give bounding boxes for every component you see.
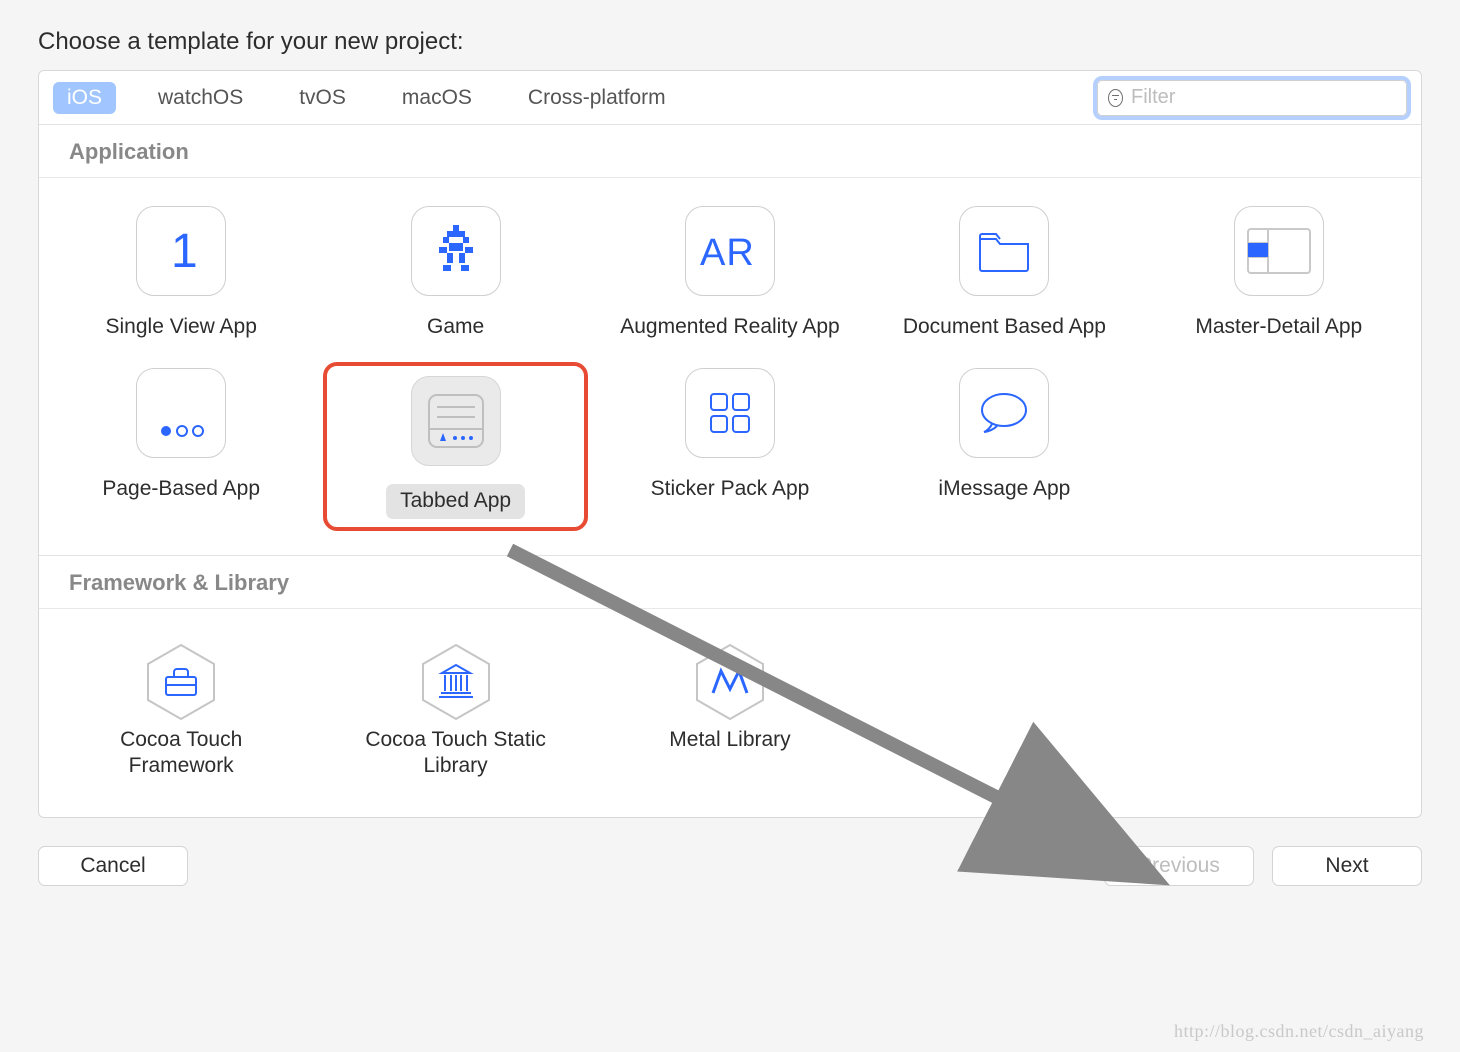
framework-grid: Cocoa Touch Framework Cocoa Touch Static…: [39, 609, 1421, 818]
template-game[interactable]: Game: [323, 200, 587, 350]
template-label: Page-Based App: [102, 476, 260, 502]
platform-tab-macos[interactable]: macOS: [388, 82, 486, 114]
svg-text:1: 1: [171, 225, 198, 278]
template-document-based-app[interactable]: Document Based App: [872, 200, 1136, 350]
template-label: Single View App: [106, 314, 257, 340]
platform-tab-watchos[interactable]: watchOS: [144, 82, 257, 114]
template-sticker-pack-app[interactable]: Sticker Pack App: [598, 362, 862, 530]
single-view-icon: 1: [136, 206, 226, 296]
page-based-icon: [136, 368, 226, 458]
filter-input[interactable]: [1131, 86, 1396, 109]
template-label: Cocoa Touch Static Library: [346, 727, 566, 780]
game-icon: [411, 206, 501, 296]
platform-tab-tvos[interactable]: tvOS: [285, 82, 360, 114]
template-cocoa-touch-framework[interactable]: Cocoa Touch Framework: [49, 631, 313, 790]
template-label: Game: [427, 314, 484, 340]
template-label: Augmented Reality App: [620, 314, 839, 340]
template-label: Master-Detail App: [1195, 314, 1362, 340]
template-label: Metal Library: [669, 727, 790, 753]
template-single-view-app[interactable]: 1 Single View App: [49, 200, 313, 350]
imessage-icon: [959, 368, 1049, 458]
template-page-based-app[interactable]: Page-Based App: [49, 362, 313, 530]
dialog-footer: Cancel Previous Next: [38, 846, 1422, 886]
cancel-button[interactable]: Cancel: [38, 846, 188, 886]
watermark-text: http://blog.csdn.net/csdn_aiyang: [1174, 1021, 1424, 1042]
template-label: Document Based App: [903, 314, 1106, 340]
section-framework-header: Framework & Library: [39, 556, 1421, 609]
application-grid: 1 Single View App Game AR Augmented Real…: [39, 178, 1421, 555]
tabbed-icon: [411, 376, 501, 466]
template-label: Sticker Pack App: [651, 476, 810, 502]
template-master-detail-app[interactable]: Master-Detail App: [1147, 200, 1411, 350]
section-application-header: Application: [39, 125, 1421, 178]
filter-icon: [1108, 89, 1123, 107]
dialog-heading: Choose a template for your new project:: [38, 28, 1422, 56]
template-label: Tabbed App: [386, 484, 525, 518]
document-icon: [959, 206, 1049, 296]
platform-tabbar: iOS watchOS tvOS macOS Cross-platform: [39, 71, 1421, 125]
template-tabbed-app[interactable]: Tabbed App: [323, 362, 587, 530]
template-label: Cocoa Touch Framework: [71, 727, 291, 780]
template-imessage-app[interactable]: iMessage App: [872, 362, 1136, 530]
template-label: iMessage App: [938, 476, 1070, 502]
template-cocoa-touch-static-library[interactable]: Cocoa Touch Static Library: [323, 631, 587, 790]
template-panel: iOS watchOS tvOS macOS Cross-platform Ap…: [38, 70, 1422, 818]
ar-icon: AR: [685, 206, 775, 296]
library-icon: [411, 637, 501, 727]
toolbox-icon: [136, 637, 226, 727]
previous-button[interactable]: Previous: [1104, 846, 1254, 886]
metal-icon: [685, 637, 775, 727]
template-metal-library[interactable]: Metal Library: [598, 631, 862, 790]
platform-tab-crossplatform[interactable]: Cross-platform: [514, 82, 680, 114]
filter-field[interactable]: [1097, 80, 1407, 116]
master-detail-icon: [1234, 206, 1324, 296]
platform-tab-ios[interactable]: iOS: [53, 82, 116, 114]
next-button[interactable]: Next: [1272, 846, 1422, 886]
sticker-icon: [685, 368, 775, 458]
template-augmented-reality-app[interactable]: AR Augmented Reality App: [598, 200, 862, 350]
svg-text:AR: AR: [700, 232, 755, 273]
